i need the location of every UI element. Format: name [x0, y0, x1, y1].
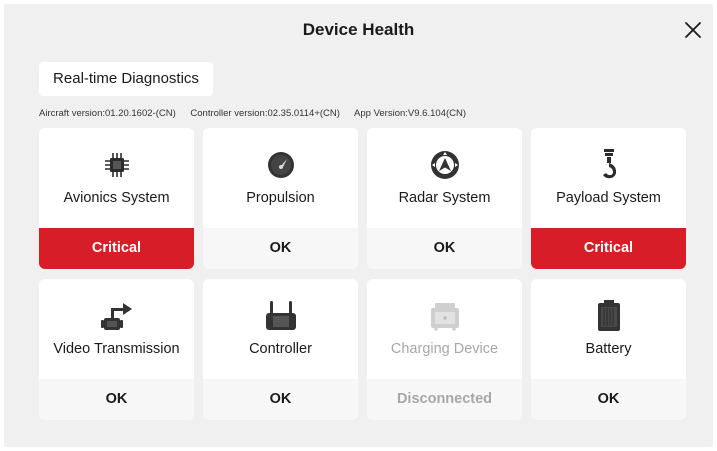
- controller-version: Controller version:02.35.0114+(CN): [190, 108, 340, 119]
- dialog-header: Device Health: [4, 4, 713, 56]
- close-button[interactable]: [681, 18, 705, 42]
- app-version: App Version:V9.6.104(CN): [354, 108, 466, 119]
- card-label: Propulsion: [246, 190, 315, 206]
- status-badge: OK: [39, 379, 194, 420]
- card-charging-device[interactable]: Charging Device Disconnected: [367, 279, 522, 420]
- card-controller[interactable]: Controller OK: [203, 279, 358, 420]
- gauge-icon: [267, 152, 294, 178]
- card-label: Battery: [585, 341, 632, 357]
- status-badge: OK: [367, 228, 522, 269]
- card-battery[interactable]: Battery OK: [531, 279, 686, 420]
- card-label: Controller: [249, 341, 312, 357]
- device-grid: Avionics System Critical Propulsion OK R…: [39, 128, 686, 420]
- card-label: Charging Device: [390, 341, 499, 357]
- realtime-diagnostics-button[interactable]: Real-time Diagnostics: [39, 62, 213, 96]
- card-propulsion[interactable]: Propulsion OK: [203, 128, 358, 269]
- status-badge: OK: [531, 379, 686, 420]
- card-label: Payload System: [556, 190, 661, 206]
- status-badge: OK: [203, 228, 358, 269]
- radar-icon: [430, 151, 459, 179]
- card-payload-system[interactable]: Payload System Critical: [531, 128, 686, 269]
- card-avionics-system[interactable]: Avionics System Critical: [39, 128, 194, 269]
- card-label: Video Transmission: [53, 341, 180, 357]
- card-label: Avionics System: [63, 190, 170, 206]
- hook-icon: [602, 149, 616, 179]
- dialog-title: Device Health: [302, 20, 415, 39]
- video-transmission-icon: [100, 303, 132, 330]
- close-icon: [685, 22, 701, 38]
- version-info: Aircraft version:01.20.1602-(CN) Control…: [39, 108, 478, 119]
- status-badge: Disconnected: [367, 379, 522, 420]
- status-badge: Critical: [531, 228, 686, 269]
- status-badge: OK: [203, 379, 358, 420]
- remote-controller-icon: [265, 301, 296, 330]
- status-badge: Critical: [39, 228, 194, 269]
- card-video-transmission[interactable]: Video Transmission OK: [39, 279, 194, 420]
- aircraft-version: Aircraft version:01.20.1602-(CN): [39, 108, 176, 119]
- card-label: Radar System: [398, 190, 491, 206]
- battery-icon: [597, 300, 620, 331]
- device-health-dialog: Device Health Real-time Diagnostics Airc…: [4, 4, 713, 447]
- chip-icon: [104, 153, 129, 177]
- card-radar-system[interactable]: Radar System OK: [367, 128, 522, 269]
- charging-hub-icon: [430, 303, 459, 331]
